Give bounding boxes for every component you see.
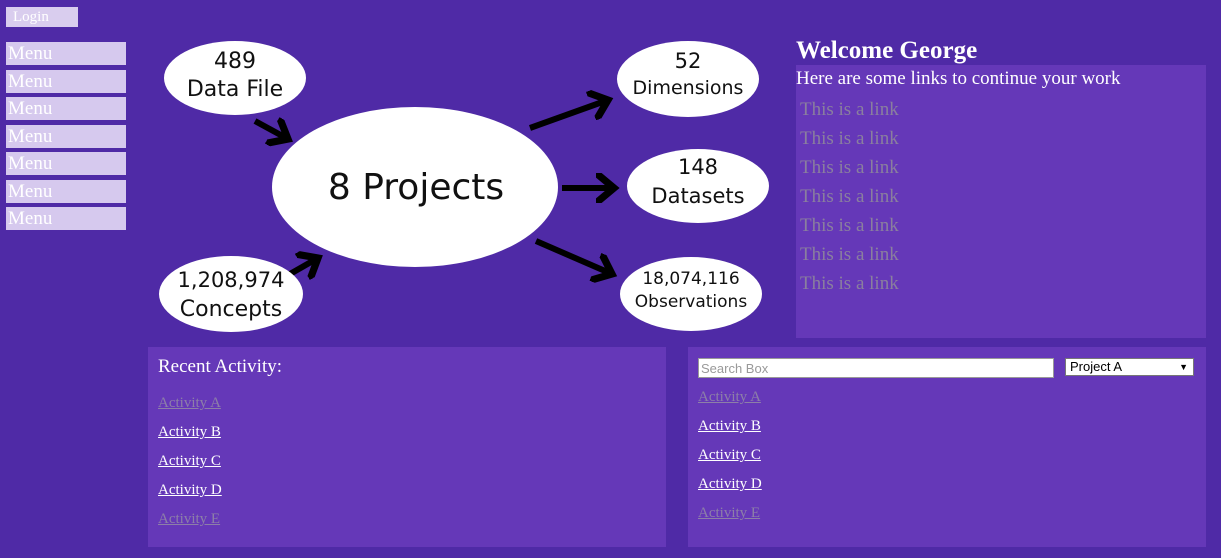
recent-activity-link-d[interactable]: Activity D	[158, 476, 222, 505]
recent-activity-title: Recent Activity:	[158, 356, 283, 377]
arrow-concepts-to-projects	[288, 258, 318, 274]
datafile-label: Data File	[187, 77, 283, 102]
search-results-list: Activity A Activity B Activity C Activit…	[698, 383, 762, 528]
search-result-link-a[interactable]: Activity A	[698, 383, 762, 412]
chevron-down-icon: ▼	[1179, 362, 1188, 372]
sidebar-menu: Menu Menu Menu Menu Menu Menu Menu	[6, 42, 126, 235]
quick-link-6[interactable]: This is a link	[796, 240, 1206, 269]
quick-link-3[interactable]: This is a link	[796, 153, 1206, 182]
recent-activity-link-c[interactable]: Activity C	[158, 447, 222, 476]
quick-links-panel: Here are some links to continue your wor…	[796, 65, 1206, 338]
sidebar-menu-item-2[interactable]: Menu	[6, 69, 126, 93]
login-button[interactable]: Login	[6, 7, 78, 27]
recent-activity-link-e[interactable]: Activity E	[158, 505, 222, 534]
sidebar-menu-item-5[interactable]: Menu	[6, 152, 126, 175]
project-select[interactable]: Project A ▼	[1065, 358, 1194, 376]
dimensions-label: Dimensions	[633, 77, 744, 99]
observations-value: 18,074,116	[642, 269, 739, 289]
datasets-label: Datasets	[651, 184, 744, 208]
quick-link-4[interactable]: This is a link	[796, 182, 1206, 211]
quick-link-2[interactable]: This is a link	[796, 124, 1206, 153]
sidebar-menu-item-3[interactable]: Menu	[6, 97, 126, 120]
quick-link-7[interactable]: This is a link	[796, 269, 1206, 298]
search-result-link-d[interactable]: Activity D	[698, 470, 762, 499]
projects-center-label: 8 Projects	[328, 167, 504, 208]
quick-link-1[interactable]: This is a link	[796, 95, 1206, 124]
search-panel: Project A ▼ Activity A Activity B Activi…	[688, 347, 1206, 547]
observations-label: Observations	[635, 292, 748, 312]
recent-activity-link-a[interactable]: Activity A	[158, 389, 222, 418]
arrow-projects-to-dimensions	[528, 100, 608, 131]
quick-links-intro: Here are some links to continue your wor…	[796, 68, 1121, 89]
recent-activity-panel: Recent Activity: Activity A Activity B A…	[148, 347, 666, 547]
sidebar-menu-item-6[interactable]: Menu	[6, 179, 126, 203]
projects-overview-diagram: 489 Data File 8 Projects 1,208,974 Conce…	[150, 36, 780, 342]
welcome-title: Welcome George	[796, 37, 978, 64]
sidebar-menu-item-1[interactable]: Menu	[6, 42, 126, 65]
recent-activity-link-b[interactable]: Activity B	[158, 418, 222, 447]
search-result-link-b[interactable]: Activity B	[698, 412, 762, 441]
search-result-link-e[interactable]: Activity E	[698, 499, 762, 528]
sidebar-menu-item-4[interactable]: Menu	[6, 124, 126, 148]
datafile-value: 489	[214, 49, 256, 74]
search-result-link-c[interactable]: Activity C	[698, 441, 762, 470]
quick-link-5[interactable]: This is a link	[796, 211, 1206, 240]
project-select-value: Project A	[1070, 359, 1123, 374]
dimensions-value: 52	[675, 49, 702, 73]
datasets-value: 148	[678, 155, 718, 179]
concepts-label: Concepts	[180, 297, 282, 322]
arrow-datafile-to-projects	[253, 121, 288, 139]
arrow-projects-to-observations	[534, 238, 612, 274]
concepts-value: 1,208,974	[178, 268, 285, 292]
sidebar-menu-item-7[interactable]: Menu	[6, 207, 126, 230]
projects-diagram-svg: 489 Data File 8 Projects 1,208,974 Conce…	[159, 41, 769, 332]
recent-activity-list: Activity A Activity B Activity C Activit…	[158, 389, 222, 534]
search-input[interactable]	[698, 358, 1054, 378]
